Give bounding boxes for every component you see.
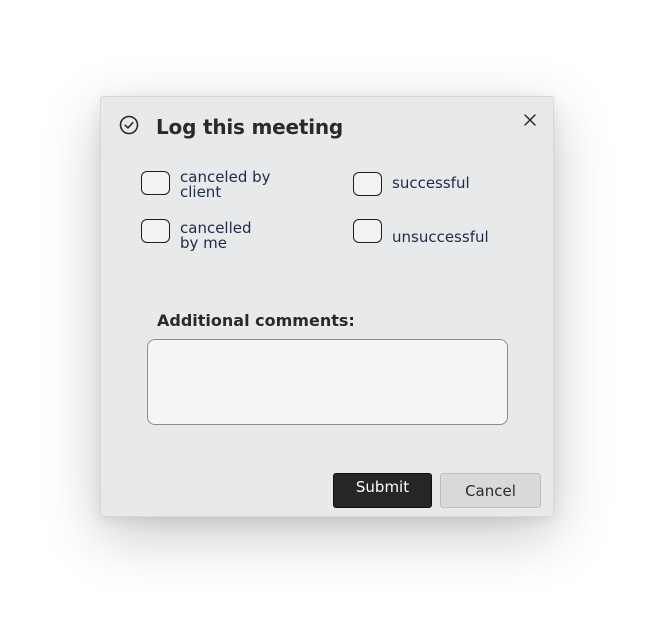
check-circle-icon xyxy=(119,115,139,135)
checkbox-unsuccessful[interactable] xyxy=(353,219,382,243)
checkbox-cancelled-by-me[interactable] xyxy=(141,219,170,243)
option-unsuccessful[interactable]: unsuccessful xyxy=(353,219,489,245)
option-label: unsuccessful xyxy=(392,228,489,246)
checkbox-canceled-by-client[interactable] xyxy=(141,171,170,195)
checkbox-successful[interactable] xyxy=(353,172,382,196)
close-icon[interactable] xyxy=(521,111,539,129)
option-canceled-by-client[interactable]: canceled by client xyxy=(141,168,290,201)
comments-label: Additional comments: xyxy=(157,311,355,330)
option-label: successful xyxy=(392,174,470,192)
dialog-title: Log this meeting xyxy=(156,115,344,139)
option-successful[interactable]: successful xyxy=(353,172,470,196)
option-label: canceled by client xyxy=(180,168,271,201)
log-meeting-dialog: Log this meeting canceled by client succ… xyxy=(100,96,554,517)
submit-button[interactable]: Submit xyxy=(333,473,432,508)
cancel-button[interactable]: Cancel xyxy=(440,473,541,508)
comments-textarea[interactable] xyxy=(147,339,508,425)
option-cancelled-by-me[interactable]: cancelled by me xyxy=(141,219,290,251)
option-label: cancelled by me xyxy=(180,219,252,252)
